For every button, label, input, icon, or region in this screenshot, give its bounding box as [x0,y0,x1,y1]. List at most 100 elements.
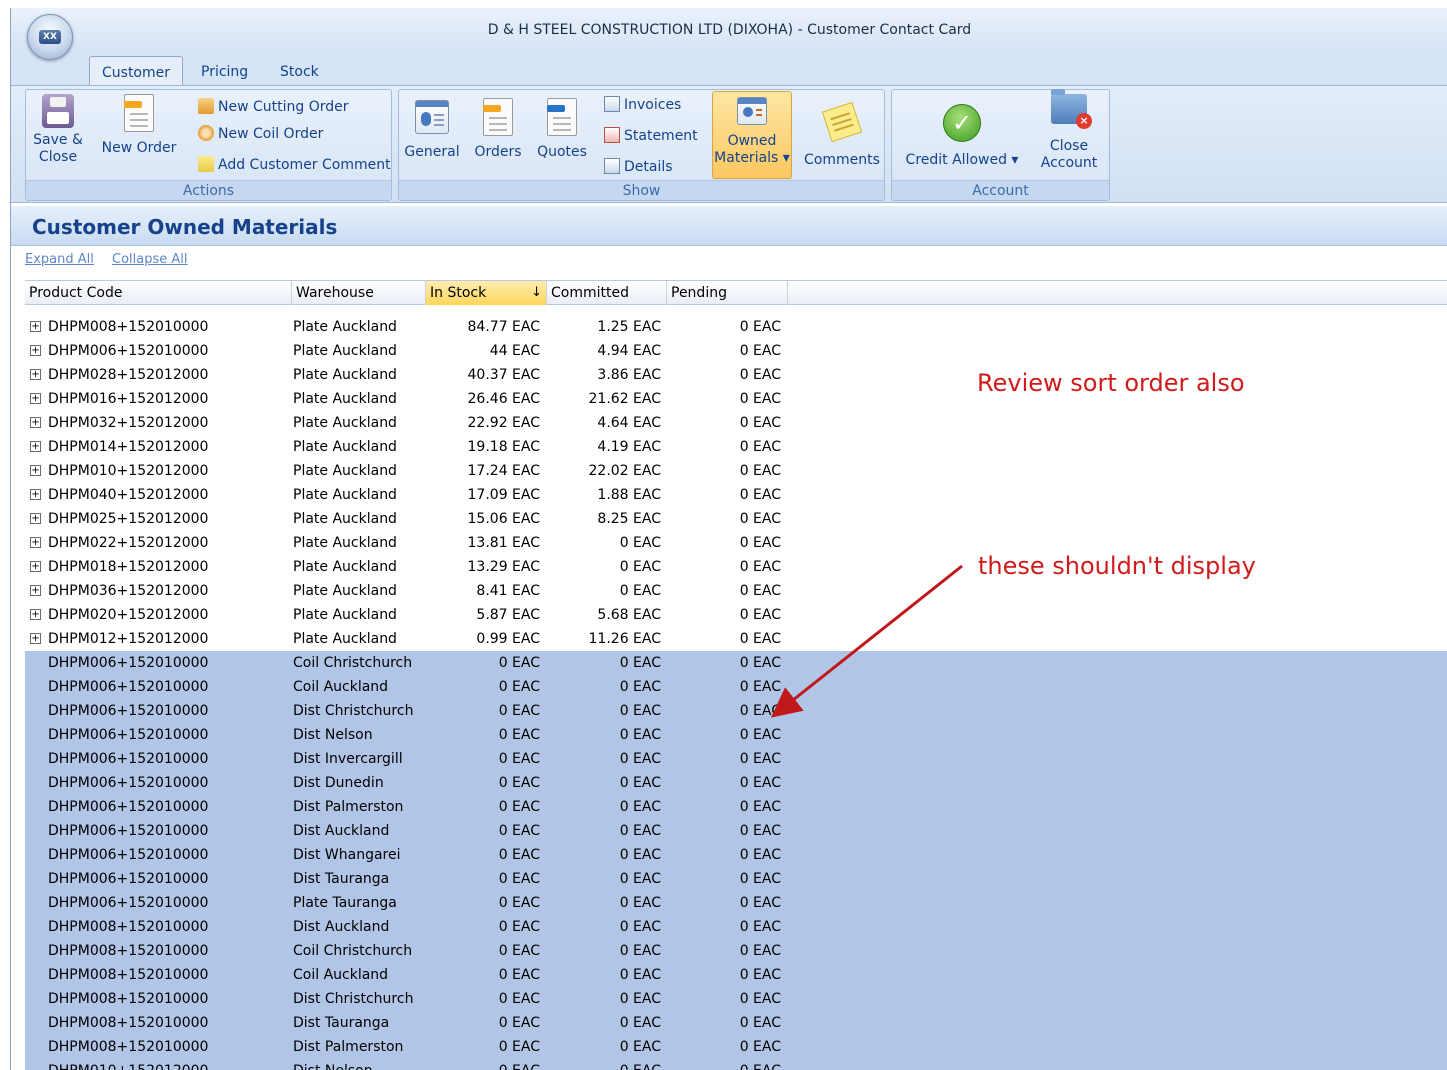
cell-committed: 0 EAC [619,847,661,863]
cell-pending: 0 EAC [739,415,781,431]
new-cutting-order-button[interactable]: New Cutting Order [198,98,349,115]
cell-warehouse: Plate Auckland [293,535,397,551]
table-row[interactable]: DHPM006+152010000 Coil Christchurch 0 EAC 0… [25,651,1447,675]
collapse-all-link[interactable]: Collapse All [112,252,188,267]
comments-button[interactable]: Comments [803,94,881,169]
column-header-warehouse[interactable]: Warehouse [292,281,426,305]
table-row[interactable]: DHPM006+152010000 Plate Tauranga 0 EAC 0 EA… [25,891,1447,915]
cell-in-stock: 17.09 EAC [467,487,540,503]
cell-warehouse: Dist Nelson [293,727,373,743]
table-row-group[interactable]: + DHPM010+152012000 Plate Auckland 17.24 EA… [25,459,1447,483]
save-close-button[interactable]: Save & Close [30,94,86,166]
cell-product-code: DHPM028+152012000 [48,367,209,383]
owned-materials-button[interactable]: Owned Materials ▾ [712,91,792,179]
cell-pending: 0 EAC [739,823,781,839]
expand-row-icon[interactable]: + [30,417,41,428]
add-customer-comment-button[interactable]: Add Customer Comment [198,156,391,173]
ribbon-group-actions: Save & Close New Order New Cutting Order… [25,89,392,201]
tab-pricing[interactable]: Pricing [189,56,260,86]
column-header-in-stock[interactable]: In Stock ↓ [426,281,547,305]
table-row-group[interactable]: + DHPM012+152012000 Plate Auckland 0.99 EAC… [25,627,1447,651]
table-row[interactable]: DHPM008+152010000 Dist Auckland 0 EAC 0 EAC… [25,915,1447,939]
table-row[interactable]: DHPM008+152010000 Dist Tauranga 0 EAC 0 EAC… [25,1011,1447,1035]
table-row[interactable]: DHPM006+152010000 Dist Whangarei 0 EAC 0 EA… [25,843,1447,867]
table-row[interactable]: DHPM008+152010000 Dist Christchurch 0 EAC 0… [25,987,1447,1011]
cell-committed: 0 EAC [619,703,661,719]
table-row[interactable]: DHPM006+152010000 Dist Nelson 0 EAC 0 EAC 0 … [25,723,1447,747]
ribbon-tabs: Customer Pricing Stock [11,52,1447,86]
expand-row-icon[interactable]: + [30,465,41,476]
expand-row-icon[interactable]: + [30,393,41,404]
table-row[interactable]: DHPM010+152012000Dist Nelson0 EAC0 EAC0 … [25,1059,1447,1070]
cell-pending: 0 EAC [739,487,781,503]
general-button[interactable]: General [403,94,461,161]
table-row[interactable]: DHPM006+152010000 Dist Dunedin 0 EAC 0 EAC 0… [25,771,1447,795]
table-row-group[interactable]: + DHPM006+152010000 Plate Auckland 44 EAC 4.… [25,339,1447,363]
cell-in-stock: 22.92 EAC [467,415,540,431]
expand-row-icon[interactable]: + [30,609,41,620]
table-row-group[interactable]: + DHPM020+152012000 Plate Auckland 5.87 EAC… [25,603,1447,627]
expand-row-icon[interactable]: + [30,489,41,500]
table-row[interactable]: DHPM006+152010000 Coil Auckland 0 EAC 0 EAC… [25,675,1447,699]
cell-pending: 0 EAC [739,847,781,863]
tab-stock[interactable]: Stock [268,56,331,86]
invoices-button[interactable]: Invoices [604,96,681,113]
table-row-group[interactable]: + DHPM040+152012000 Plate Auckland 17.09 EA… [25,483,1447,507]
expand-row-icon[interactable]: + [30,369,41,380]
table-row[interactable]: DHPM006+152010000 Dist Invercargill 0 EAC 0… [25,747,1447,771]
cell-warehouse: Plate Auckland [293,367,397,383]
expand-all-link[interactable]: Expand All [25,252,94,267]
details-icon [604,158,620,174]
column-header-committed[interactable]: Committed [547,281,667,305]
quotes-button[interactable]: Quotes [533,94,591,161]
new-coil-order-button[interactable]: New Coil Order [198,125,323,142]
cell-in-stock: 0 EAC [426,1063,540,1070]
cell-in-stock: 0 EAC [498,847,540,863]
table-row[interactable]: DHPM006+152010000 Dist Christchurch 0 EAC 0… [25,699,1447,723]
expand-row-icon[interactable]: + [30,561,41,572]
table-row-group[interactable]: + DHPM032+152012000 Plate Auckland 22.92 EA… [25,411,1447,435]
table-row[interactable]: DHPM008+152010000 Dist Palmerston 0 EAC 0 E… [25,1035,1447,1059]
cell-product-code: DHPM008+152010000 [48,919,209,935]
cell-in-stock: 0 EAC [498,703,540,719]
column-header-product-code[interactable]: Product Code [25,281,292,305]
credit-allowed-button[interactable]: ✓ Credit Allowed ▾ [898,94,1026,169]
table-row[interactable]: DHPM006+152010000 Dist Palmerston 0 EAC 0 E… [25,795,1447,819]
application-menu-button[interactable]: XX [27,14,73,60]
details-button[interactable]: Details [604,158,673,175]
tab-customer[interactable]: Customer [89,56,184,86]
annotation-review-sort-order: Review sort order also [977,369,1245,397]
expand-row-icon[interactable]: + [30,345,41,356]
table-row-group[interactable]: + DHPM036+152012000 Plate Auckland 8.41 EAC… [25,579,1447,603]
table-row-group[interactable]: + DHPM008+152010000 Plate Auckland 84.77 EA… [25,315,1447,339]
table-row-group[interactable]: + DHPM014+152012000 Plate Auckland 19.18 EA… [25,435,1447,459]
table-row[interactable]: DHPM008+152010000 Coil Auckland 0 EAC 0 EAC… [25,963,1447,987]
orders-button[interactable]: Orders [469,94,527,161]
table-row-group[interactable]: + DHPM025+152012000 Plate Auckland 15.06 EA… [25,507,1447,531]
expand-row-icon[interactable]: + [30,537,41,548]
cell-in-stock: 15.06 EAC [467,511,540,527]
column-header-pending[interactable]: Pending [667,281,788,305]
table-row[interactable]: DHPM008+152010000 Coil Christchurch 0 EAC 0… [25,939,1447,963]
statement-button[interactable]: Statement [604,127,698,144]
table-row[interactable]: DHPM006+152010000 Dist Tauranga 0 EAC 0 EAC… [25,867,1447,891]
expand-row-icon[interactable]: + [30,633,41,644]
table-row[interactable]: DHPM006+152010000 Dist Auckland 0 EAC 0 EAC… [25,819,1447,843]
expand-row-icon[interactable]: + [30,321,41,332]
expand-row-icon[interactable]: + [30,513,41,524]
cell-in-stock: 0 EAC [498,727,540,743]
quotes-icon [547,98,577,136]
cell-in-stock: 0 EAC [498,679,540,695]
expand-collapse-links: Expand All Collapse All [25,252,202,267]
cell-warehouse: Plate Auckland [293,343,397,359]
cell-pending: 0 EAC [739,775,781,791]
cell-pending: 0 EAC [739,919,781,935]
new-order-button[interactable]: New Order [98,94,180,157]
cell-pending: 0 EAC [739,679,781,695]
expand-row-icon[interactable]: + [30,585,41,596]
close-account-button[interactable]: × Close Account [1034,89,1104,172]
cell-pending: 0 EAC [739,1015,781,1031]
expand-row-icon[interactable]: + [30,441,41,452]
cell-in-stock: 40.37 EAC [467,367,540,383]
cell-committed: 1.88 EAC [597,487,661,503]
